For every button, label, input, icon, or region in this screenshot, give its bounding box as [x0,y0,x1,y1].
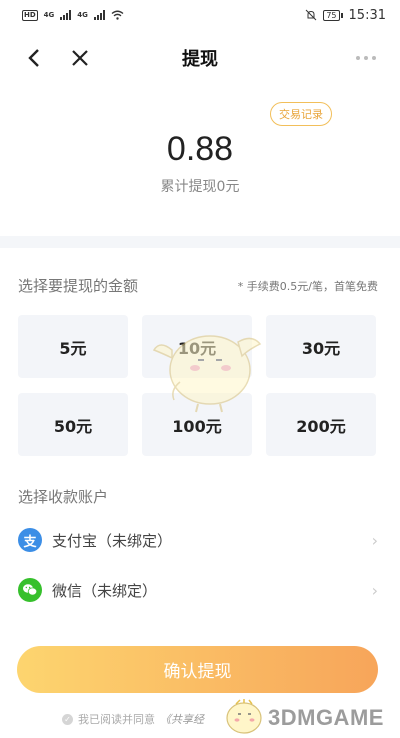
amount-grid: 5元 10元 30元 50元 100元 200元 [0,315,400,456]
account-section-title: 选择收款账户 [18,488,109,506]
amount-option-50[interactable]: 50元 [18,393,128,456]
balance-amount: 0.88 [166,130,234,168]
amount-option-100[interactable]: 100元 [142,393,252,456]
back-button[interactable] [18,42,50,74]
agreement-text: 我已阅读并同意 [78,713,155,726]
site-watermark: 3DMGAME [222,698,392,736]
section-divider [0,236,400,248]
mascot-logo-icon [226,699,262,734]
chevron-right-icon: › [371,530,378,550]
agreement-row: ✓ 我已阅读并同意 《共享经 [62,711,204,727]
more-dot-icon [364,56,368,60]
account-label: 支付宝（未绑定） [52,531,173,550]
mute-bell-icon [305,9,317,21]
close-icon [72,50,88,66]
network-type-1: 4G [43,11,55,19]
alipay-icon: 支 [18,528,42,552]
hd-indicator: HD [22,9,38,21]
status-right: 75 15:31 [305,8,386,23]
back-arrow-icon [28,49,39,67]
total-withdrawn-label: 累计提现0元 [160,179,240,195]
account-label: 微信（未绑定） [52,581,158,600]
agreement-checkbox[interactable]: ✓ [62,713,73,725]
amount-option-200[interactable]: 200元 [266,393,376,456]
battery-icon: 75 [323,9,343,21]
amount-option-5[interactable]: 5元 [18,315,128,378]
agreement-link[interactable]: 《共享经 [160,711,204,727]
account-option-alipay[interactable]: 支 支付宝（未绑定） › [0,517,400,563]
more-dot-icon [372,56,376,60]
account-option-wechat[interactable]: 微信（未绑定） › [0,567,400,613]
nav-bar: 提现 [0,30,400,86]
amount-option-30[interactable]: 30元 [266,315,376,378]
wifi-icon [111,10,124,20]
amount-option-10[interactable]: 10元 [142,315,252,378]
amount-section-title: 选择要提现的金额 [18,277,139,295]
status-left: HD 4G 4G [22,9,124,21]
status-bar: HD 4G 4G 75 15:31 [0,0,400,30]
amount-section-header: 选择要提现的金额 * 手续费0.5元/笔，首笔免费 [0,275,400,296]
wechat-icon [18,578,42,602]
network-type-2: 4G [77,11,88,19]
battery-level: 75 [323,9,340,21]
confirm-withdraw-button[interactable]: 确认提现 [17,646,378,693]
page-title: 提现 [182,49,218,70]
more-dot-icon [356,56,360,60]
signal-icon-2 [93,10,105,20]
fee-note: * 手续费0.5元/笔，首笔免费 [237,279,378,293]
signal-icon-1 [60,10,72,20]
watermark-text: 3DMGAME [268,705,384,730]
chevron-right-icon: › [371,580,378,600]
clock: 15:31 [348,7,386,23]
close-button[interactable] [64,42,96,74]
more-button[interactable] [350,42,382,74]
balance-card: 交易记录 0.88 累计提现0元 [0,86,400,236]
transaction-records-button[interactable]: 交易记录 [270,102,332,126]
